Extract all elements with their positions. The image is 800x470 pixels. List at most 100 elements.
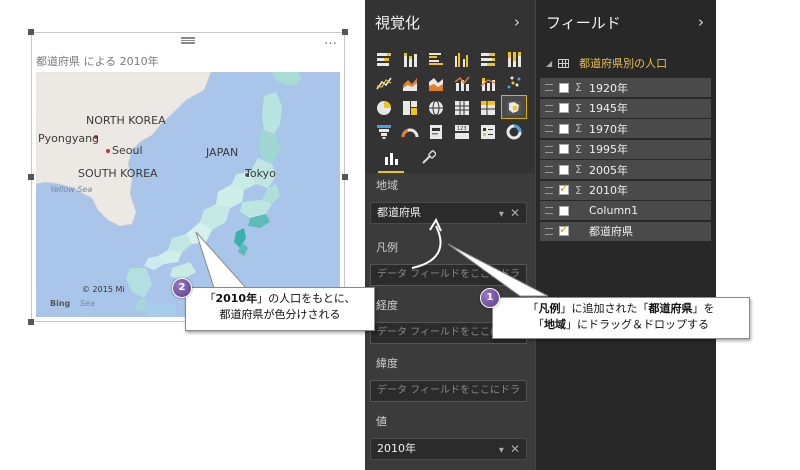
drag-handle-icon[interactable]	[545, 166, 553, 173]
field-row[interactable]: Σ 2010年	[540, 180, 711, 200]
field-name: Column1	[589, 204, 639, 217]
visualizations-pane-title: 視覚化	[375, 14, 421, 32]
clustered-column-icon[interactable]	[449, 47, 475, 71]
sigma-icon: Σ	[575, 163, 582, 176]
field-name: 1970年	[589, 122, 628, 136]
report-canvas: … 都道府県 による 2010年 NORTH KOREA Pyongyang S…	[0, 0, 365, 470]
field-row[interactable]: 都道府県	[540, 221, 711, 241]
well-drop-zone[interactable]: データ フィールドをここにドラ	[370, 380, 527, 402]
stacked-bar-icon[interactable]	[371, 47, 397, 71]
well-dropdown-icon[interactable]: ▾	[499, 445, 504, 456]
fields-pane: フィールド › ◢ 都道府県別の人口 Σ 1920年 Σ 1945年 Σ 1970年 Σ 19…	[535, 0, 716, 470]
field-row[interactable]: Σ 2005年	[540, 160, 711, 179]
filled-map-icon[interactable]	[501, 95, 527, 119]
sigma-icon: Σ	[575, 142, 582, 156]
filled-map-visual[interactable]: … 都道府県 による 2010年 NORTH KOREA Pyongyang S…	[28, 29, 348, 325]
resize-handle-right[interactable]	[342, 174, 348, 180]
drag-handle-icon[interactable]	[545, 227, 553, 235]
field-checkbox[interactable]	[559, 181, 569, 195]
field-checkbox[interactable]	[559, 164, 569, 175]
sigma-icon: Σ	[575, 183, 582, 197]
well-dropdown-icon[interactable]: ▾	[499, 209, 504, 220]
well-label: 凡例	[376, 241, 398, 254]
field-checkbox[interactable]	[559, 82, 569, 93]
visualizations-pane: 視覚化 › 123 地域 都道府県 ▾ ✕ 凡例 データ フィールドをここにドラ 経度 データ…	[365, 0, 535, 470]
resize-handle-bottom-left[interactable]	[28, 319, 34, 325]
line-stacked-column-icon[interactable]	[475, 71, 501, 95]
field-row[interactable]: Σ 1970年	[540, 119, 711, 138]
map-icon[interactable]	[423, 95, 449, 119]
drag-handle-icon[interactable]	[545, 125, 553, 132]
label-pyongyang: Pyongyang	[38, 132, 99, 145]
field-checkbox[interactable]	[559, 205, 569, 216]
drag-handle-icon[interactable]	[545, 84, 553, 91]
fields-tab-icon[interactable]	[378, 146, 404, 173]
stacked-column-icon[interactable]	[397, 47, 423, 71]
treemap-icon[interactable]	[397, 95, 423, 119]
donut-icon[interactable]	[501, 119, 527, 143]
funnel-icon[interactable]	[371, 119, 397, 143]
field-name: 1995年	[589, 143, 628, 156]
callout-2: 「2010年」の人口をもとに、 都道府県が色分けされる	[185, 287, 375, 331]
sigma-icon: Σ	[575, 81, 582, 94]
area-chart-icon[interactable]	[397, 71, 423, 95]
resize-handle-top-right[interactable]	[342, 29, 348, 35]
well-drop-zone[interactable]: データ フィールドをここにドラ	[370, 264, 527, 286]
stacked-area-icon[interactable]	[423, 71, 449, 95]
clustered-bar-icon[interactable]	[423, 47, 449, 71]
well-label: 値	[376, 415, 387, 428]
label-japan: JAPAN	[205, 146, 238, 159]
label-yellow-sea: Yellow Sea	[50, 185, 92, 194]
100-percent-bar-icon[interactable]	[475, 47, 501, 71]
sigma-icon: Σ	[575, 122, 582, 135]
drag-handle-icon[interactable]	[545, 104, 553, 112]
multi-row-card-icon[interactable]: 123	[449, 119, 475, 143]
drag-handle-icon[interactable]	[545, 186, 553, 194]
visual-title: 都道府県 による 2010年	[36, 55, 159, 68]
blank-area	[716, 0, 800, 470]
expand-caret-icon[interactable]: ◢	[546, 59, 552, 68]
scatter-icon[interactable]	[501, 71, 527, 95]
well-remove-icon[interactable]: ✕	[510, 442, 520, 456]
step-1-badge: 1	[480, 288, 500, 308]
field-checkbox[interactable]	[559, 144, 569, 154]
drag-handle-icon[interactable]	[545, 145, 553, 153]
field-checkbox[interactable]	[559, 123, 569, 134]
resize-handle-top-left[interactable]	[28, 29, 34, 35]
drag-handle-icon[interactable]	[545, 207, 553, 214]
format-paint-roller-icon[interactable]	[415, 146, 441, 170]
collapse-visualizations-chevron-icon[interactable]: ›	[514, 13, 520, 31]
line-chart-icon[interactable]	[371, 71, 397, 95]
field-row[interactable]: Column1	[540, 201, 711, 220]
table-icon[interactable]	[449, 95, 475, 119]
collapse-fields-chevron-icon[interactable]: ›	[698, 13, 704, 31]
well-value: データ フィールドをここにドラ	[377, 385, 520, 396]
well-field-pill[interactable]: 2010年 ▾ ✕	[370, 438, 527, 460]
well-remove-icon[interactable]: ✕	[510, 206, 520, 220]
card-icon[interactable]	[423, 119, 449, 143]
slicer-icon[interactable]	[475, 119, 501, 143]
resize-handle-left[interactable]	[28, 174, 34, 180]
gauge-icon[interactable]	[397, 119, 423, 143]
field-name: 2005年	[589, 163, 628, 177]
drag-grip-icon[interactable]	[181, 37, 195, 44]
field-row[interactable]: Σ 1945年	[540, 98, 711, 118]
more-options-icon[interactable]: …	[324, 33, 338, 48]
well-value: データ フィールドをここにドラ	[377, 269, 520, 280]
well-field-pill[interactable]: 都道府県 ▾ ✕	[370, 202, 527, 224]
label-south-korea: SOUTH KOREA	[78, 167, 158, 180]
100-percent-column-icon[interactable]	[501, 47, 527, 71]
step-2-badge: 2	[172, 278, 192, 298]
field-row[interactable]: Σ 1920年	[540, 78, 711, 97]
table-name: 都道府県別の人口	[579, 57, 668, 70]
line-column-icon[interactable]	[449, 71, 475, 95]
table-node[interactable]: ◢ 都道府県別の人口	[546, 55, 667, 71]
sigma-icon: Σ	[575, 101, 582, 115]
pie-chart-icon[interactable]	[371, 95, 397, 119]
label-seoul: Seoul	[112, 144, 143, 157]
label-tokyo: Tokyo	[244, 167, 276, 180]
field-row[interactable]: Σ 1995年	[540, 139, 711, 159]
field-checkbox[interactable]	[559, 103, 569, 113]
matrix-icon[interactable]	[475, 95, 501, 119]
field-checkbox[interactable]	[559, 222, 569, 236]
